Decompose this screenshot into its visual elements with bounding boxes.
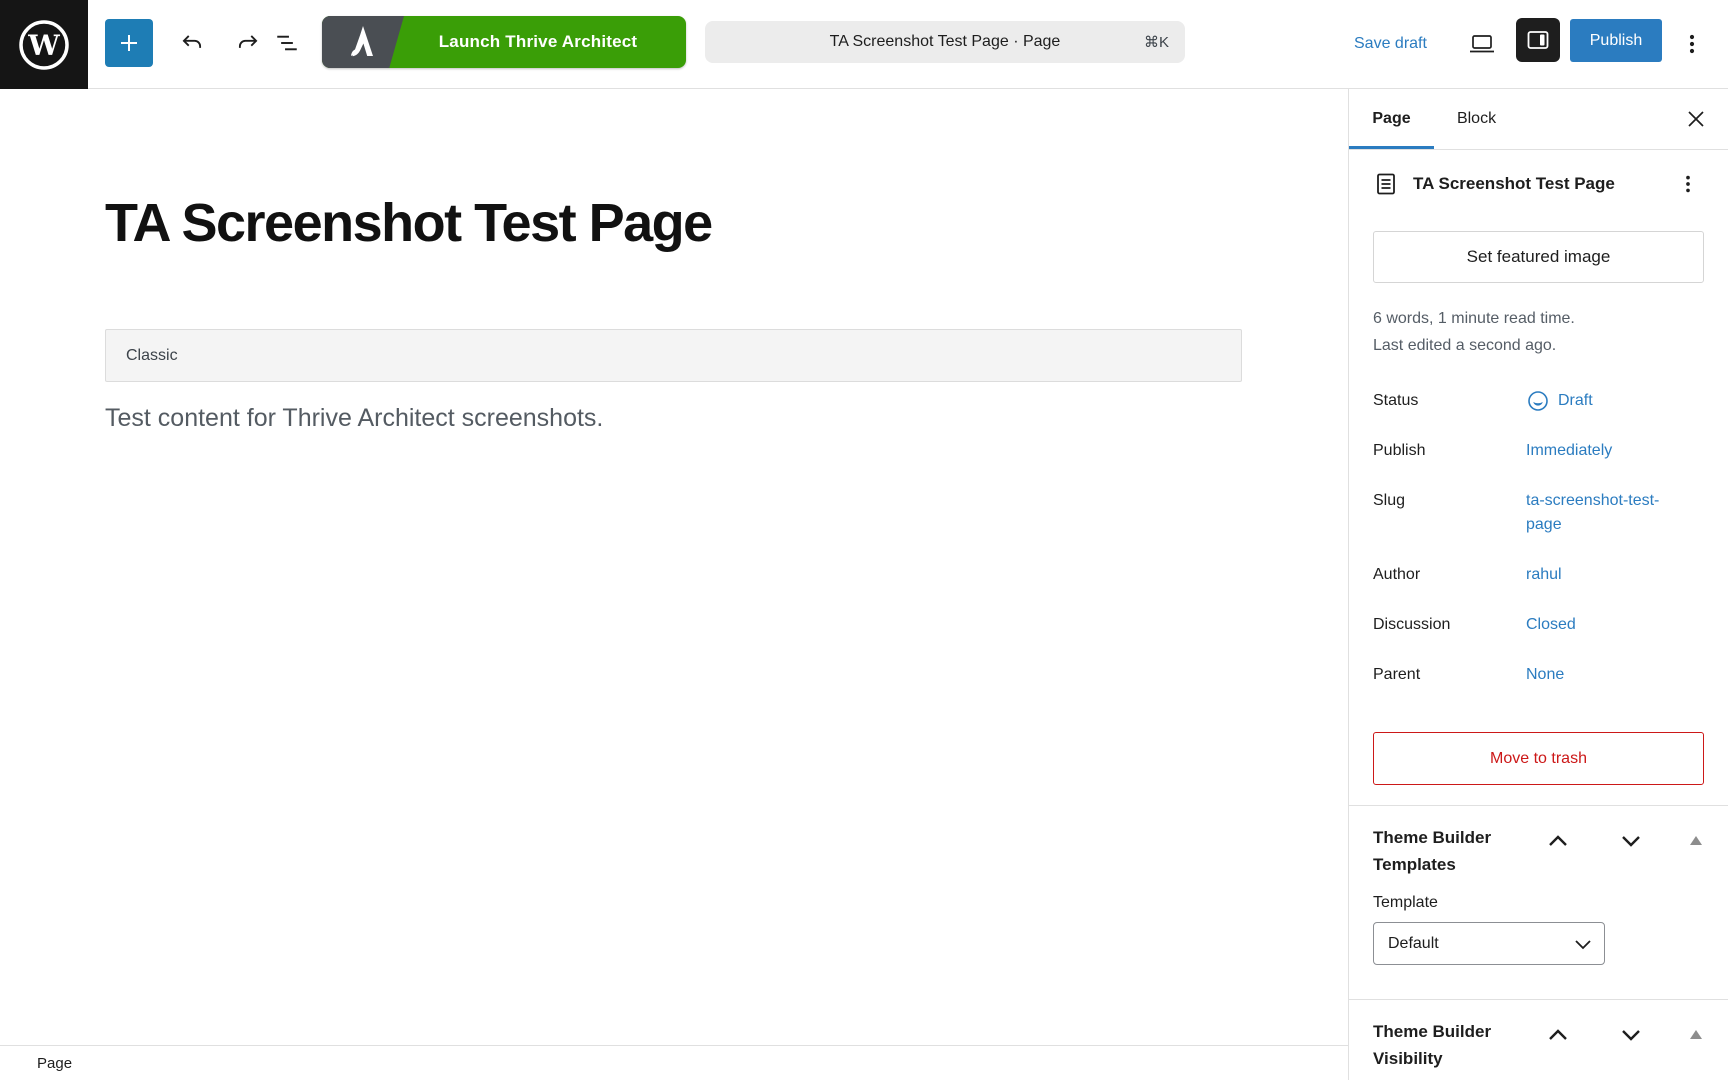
status-value-link[interactable]: Draft [1558, 389, 1593, 413]
author-value-link[interactable]: rahul [1526, 566, 1562, 583]
close-sidebar-button[interactable] [1676, 99, 1716, 139]
panel-title: Theme Builder Templates [1373, 824, 1533, 878]
settings-sidebar-toggle[interactable] [1516, 18, 1560, 62]
discussion-value-link[interactable]: Closed [1526, 616, 1576, 633]
publish-row: Publish Immediately [1373, 439, 1704, 463]
last-edited-line: Last edited a second ago. [1373, 332, 1704, 359]
save-draft-button[interactable]: Save draft [1346, 24, 1435, 64]
slug-value-link[interactable]: ta-screenshot-test-page [1526, 492, 1659, 533]
redo-button[interactable] [228, 23, 268, 63]
row-label: Parent [1373, 663, 1526, 687]
collapse-triangle-icon[interactable] [1690, 1030, 1702, 1039]
tab-block[interactable]: Block [1434, 89, 1519, 149]
undo-icon [179, 30, 205, 56]
launch-thrive-architect-button[interactable]: Launch Thrive Architect [322, 16, 686, 68]
chevron-down-icon [1620, 834, 1642, 848]
settings-sidebar: Page Block TA Screenshot Test Page [1348, 89, 1728, 1080]
plus-icon [117, 31, 141, 55]
editor-footer-bar: Page [0, 1045, 1348, 1080]
move-panel-down-button[interactable] [1618, 832, 1644, 850]
template-field-label: Template [1373, 894, 1704, 912]
slug-row: Slug ta-screenshot-test-page [1373, 489, 1704, 537]
kebab-icon [1680, 32, 1704, 56]
author-row: Author rahul [1373, 563, 1704, 587]
close-icon [1687, 110, 1705, 128]
template-select[interactable]: Default [1373, 922, 1605, 965]
move-panel-up-button[interactable] [1545, 1026, 1571, 1044]
collapse-triangle-icon[interactable] [1690, 836, 1702, 845]
editor-top-bar: W [0, 0, 1728, 89]
sidebar-tabs: Page Block [1349, 89, 1728, 150]
discussion-row: Discussion Closed [1373, 613, 1704, 637]
options-menu-button[interactable] [1672, 24, 1712, 64]
row-label: Slug [1373, 489, 1526, 537]
move-panel-up-button[interactable] [1545, 832, 1571, 850]
chevron-up-icon [1547, 834, 1569, 848]
sidebar-panel-icon [1525, 27, 1551, 53]
publish-button[interactable]: Publish [1570, 19, 1662, 62]
theme-builder-visibility-panel: Theme Builder Visibility [1349, 999, 1728, 1080]
template-selected-value: Default [1388, 935, 1574, 953]
document-overview-button[interactable] [267, 23, 307, 63]
launch-button-label: Launch Thrive Architect [404, 32, 686, 52]
select-chevron-down-icon [1574, 938, 1592, 950]
sidebar-document-title: TA Screenshot Test Page [1413, 174, 1672, 194]
svg-text:W: W [27, 29, 60, 62]
classic-block-label: Classic [126, 347, 178, 365]
undo-button[interactable] [172, 23, 212, 63]
wordpress-logo-button[interactable]: W [0, 0, 88, 89]
document-pill-title: TA Screenshot Test Page · Page [830, 33, 1061, 51]
list-view-icon [274, 30, 300, 56]
command-palette[interactable]: TA Screenshot Test Page · Page ⌘K [705, 21, 1185, 63]
row-label: Discussion [1373, 613, 1526, 637]
document-icon [1373, 171, 1399, 197]
draft-status-icon [1526, 389, 1550, 413]
page-summary-section: TA Screenshot Test Page Set featured ima… [1349, 150, 1728, 805]
redo-icon [235, 30, 261, 56]
page-body-text[interactable]: Test content for Thrive Architect screen… [105, 403, 1242, 433]
breadcrumb[interactable]: Page [37, 1055, 72, 1072]
parent-value-link[interactable]: None [1526, 666, 1564, 683]
set-featured-image-button[interactable]: Set featured image [1373, 231, 1704, 283]
preview-button[interactable] [1462, 24, 1502, 64]
status-row: Status Draft [1373, 389, 1704, 413]
publish-value-link[interactable]: Immediately [1526, 442, 1612, 459]
laptop-icon [1468, 30, 1496, 58]
word-count-line: 6 words, 1 minute read time. [1373, 305, 1704, 332]
chevron-up-icon [1547, 1028, 1569, 1042]
tab-page[interactable]: Page [1349, 89, 1434, 149]
editor-canvas: TA Screenshot Test Page Classic Test con… [0, 89, 1348, 1045]
block-inserter-button[interactable] [105, 19, 153, 67]
classic-block[interactable]: Classic [105, 329, 1242, 382]
row-label: Author [1373, 563, 1526, 587]
panel-title: Theme Builder Visibility [1373, 1018, 1533, 1072]
parent-row: Parent None [1373, 663, 1704, 687]
thrive-architect-logo [322, 16, 404, 68]
theme-builder-templates-panel: Theme Builder Templates Template Default [1349, 805, 1728, 999]
command-shortcut: ⌘K [1144, 21, 1169, 63]
document-actions-button[interactable] [1672, 168, 1704, 200]
move-panel-down-button[interactable] [1618, 1026, 1644, 1044]
kebab-icon [1677, 173, 1699, 195]
wordpress-logo-icon: W [18, 19, 70, 71]
summary-rows: Status Draft Publish Immediately Slug [1373, 389, 1704, 687]
page-title[interactable]: TA Screenshot Test Page [105, 195, 1242, 251]
move-to-trash-button[interactable]: Move to trash [1373, 732, 1704, 785]
chevron-down-icon [1620, 1028, 1642, 1042]
document-title-row: TA Screenshot Test Page [1373, 164, 1704, 204]
row-label: Publish [1373, 439, 1526, 463]
row-label: Status [1373, 389, 1526, 413]
